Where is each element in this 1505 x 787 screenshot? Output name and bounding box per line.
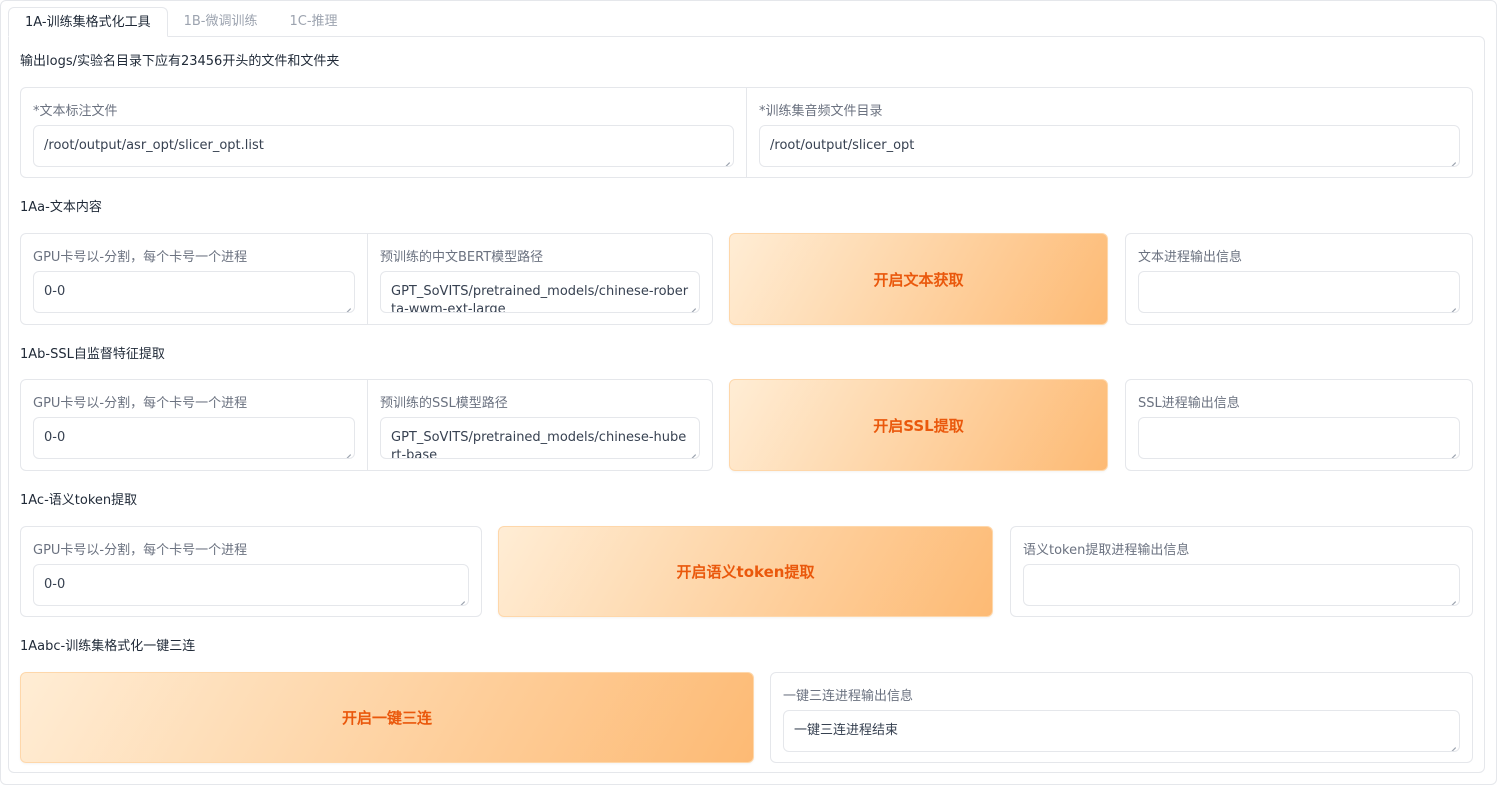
gpu-label: GPU卡号以-分割，每个卡号一个进程	[33, 396, 248, 411]
section-1ac-inputs: GPU卡号以-分割，每个卡号一个进程 0-0	[20, 526, 482, 617]
resize-grip-icon[interactable]	[1448, 594, 1456, 602]
ssl-output-field[interactable]	[1138, 417, 1460, 459]
text-output-field[interactable]	[1138, 271, 1460, 313]
resize-grip-icon[interactable]	[457, 594, 465, 602]
text-output-label: 文本进程输出信息	[1138, 250, 1243, 265]
text-output-group: 文本进程输出信息	[1125, 233, 1473, 325]
text-label-file-value: /root/output/asr_opt/slicer_opt.list	[44, 138, 264, 153]
section-1aa-inputs: GPU卡号以-分割，每个卡号一个进程 0-0 预训练的中文BERT模型路径 GP…	[20, 233, 713, 325]
tab-inference[interactable]: 1C-推理	[273, 7, 353, 37]
text-label-file-label: *文本标注文件	[33, 104, 118, 119]
audio-dir-label: *训练集音频文件目录	[759, 104, 883, 119]
tab-dataset-format[interactable]: 1A-训练集格式化工具	[8, 7, 168, 37]
section-1ab-inputs: GPU卡号以-分割，每个卡号一个进程 0-0 预训练的SSL模型路径 GPT_S…	[20, 379, 713, 471]
gpu-label: GPU卡号以-分割，每个卡号一个进程	[33, 250, 248, 265]
ssl-path-label: 预训练的SSL模型路径	[380, 396, 508, 411]
ssl-output-group: SSL进程输出信息	[1125, 379, 1473, 471]
token-output-group: 语义token提取进程输出信息	[1010, 526, 1473, 617]
gpu-value: 0-0	[44, 284, 66, 299]
gpu-cell: GPU卡号以-分割，每个卡号一个进程 0-0	[21, 234, 367, 324]
audio-dir-input[interactable]: /root/output/slicer_opt	[759, 125, 1460, 167]
ssl-path-value: GPT_SoVITS/pretrained_models/chinese-hub…	[391, 430, 687, 459]
bert-path-cell: 预训练的中文BERT模型路径 GPT_SoVITS/pretrained_mod…	[367, 234, 712, 324]
section-1aa-heading: 1Aa-文本内容	[20, 200, 102, 215]
section-1ab-heading: 1Ab-SSL自监督特征提取	[20, 347, 165, 362]
resize-grip-icon[interactable]	[688, 301, 696, 309]
section-1ac-heading: 1Ac-语义token提取	[20, 493, 138, 508]
bert-path-label: 预训练的中文BERT模型路径	[380, 250, 544, 265]
audio-dir-value: /root/output/slicer_opt	[770, 138, 915, 153]
intro-text: 输出logs/实验名目录下应有23456开头的文件和文件夹	[20, 54, 340, 69]
resize-grip-icon[interactable]	[1448, 155, 1456, 163]
token-output-label: 语义token提取进程输出信息	[1023, 543, 1190, 558]
audio-dir-cell: *训练集音频文件目录 /root/output/slicer_opt	[746, 88, 1472, 177]
tab-bar: 1A-训练集格式化工具 1B-微调训练 1C-推理	[8, 7, 354, 37]
gpu-input[interactable]: 0-0	[33, 271, 355, 313]
resize-grip-icon[interactable]	[1448, 447, 1456, 455]
tab-panel: 输出logs/实验名目录下应有23456开头的文件和文件夹 *文本标注文件 /r…	[8, 36, 1485, 773]
section-1aabc-heading: 1Aabc-训练集格式化一键三连	[20, 639, 196, 654]
gpu-input[interactable]: 0-0	[33, 564, 469, 606]
resize-grip-icon[interactable]	[688, 447, 696, 455]
ssl-output-label: SSL进程输出信息	[1138, 396, 1240, 411]
resize-grip-icon[interactable]	[343, 447, 351, 455]
token-output-field[interactable]	[1023, 564, 1460, 606]
start-token-extract-button[interactable]: 开启语义token提取	[498, 526, 993, 617]
gpu-cell: GPU卡号以-分割，每个卡号一个进程 0-0	[21, 380, 367, 470]
one-click-output-label: 一键三连进程输出信息	[783, 689, 914, 704]
ssl-path-input[interactable]: GPT_SoVITS/pretrained_models/chinese-hub…	[380, 417, 700, 459]
file-paths-group: *文本标注文件 /root/output/asr_opt/slicer_opt.…	[20, 87, 1473, 178]
resize-grip-icon[interactable]	[343, 301, 351, 309]
gpu-value: 0-0	[44, 430, 66, 445]
one-click-output-value: 一键三连进程结束	[794, 723, 899, 738]
ssl-path-cell: 预训练的SSL模型路径 GPT_SoVITS/pretrained_models…	[367, 380, 712, 470]
one-click-output-field[interactable]: 一键三连进程结束	[783, 710, 1460, 752]
resize-grip-icon[interactable]	[1448, 301, 1456, 309]
resize-grip-icon[interactable]	[1448, 740, 1456, 748]
resize-grip-icon[interactable]	[722, 155, 730, 163]
start-text-extract-button[interactable]: 开启文本获取	[729, 233, 1108, 325]
start-one-click-button[interactable]: 开启一键三连	[20, 672, 754, 763]
text-label-file-input[interactable]: /root/output/asr_opt/slicer_opt.list	[33, 125, 734, 167]
gpu-label: GPU卡号以-分割，每个卡号一个进程	[33, 543, 248, 558]
one-click-output-group: 一键三连进程输出信息 一键三连进程结束	[770, 672, 1473, 763]
bert-path-input[interactable]: GPT_SoVITS/pretrained_models/chinese-rob…	[380, 271, 700, 313]
start-ssl-extract-button[interactable]: 开启SSL提取	[729, 379, 1108, 471]
bert-path-value: GPT_SoVITS/pretrained_models/chinese-rob…	[391, 284, 689, 313]
gpu-value: 0-0	[44, 577, 66, 592]
text-label-file-cell: *文本标注文件 /root/output/asr_opt/slicer_opt.…	[21, 88, 746, 177]
tab-finetune[interactable]: 1B-微调训练	[168, 7, 274, 37]
gpu-input[interactable]: 0-0	[33, 417, 355, 459]
